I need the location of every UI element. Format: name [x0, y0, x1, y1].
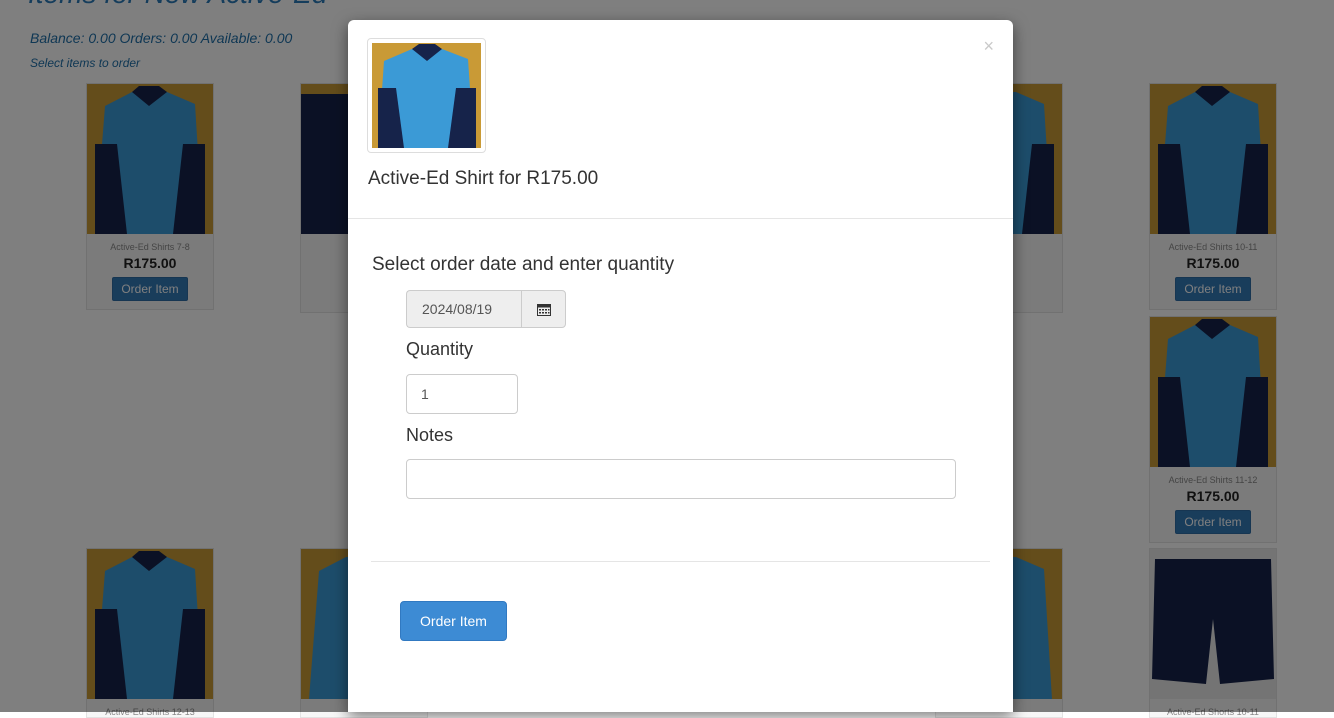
calendar-icon[interactable] — [521, 290, 566, 328]
order-item-button[interactable]: Order Item — [400, 601, 507, 641]
order-instructions: Select order date and enter quantity — [372, 254, 675, 275]
order-date-picker — [406, 290, 566, 328]
notes-input[interactable] — [406, 459, 956, 499]
quantity-input[interactable] — [406, 374, 518, 414]
modal-header: × Active-Ed Shirt for R175.00 — [348, 20, 1013, 219]
product-image-shirt — [372, 43, 481, 148]
quantity-label: Quantity — [406, 339, 474, 359]
notes-label: Notes — [406, 425, 454, 445]
modal-product-thumbnail — [367, 38, 486, 153]
modal-divider — [371, 561, 990, 562]
order-date-input[interactable] — [406, 290, 521, 328]
close-icon[interactable]: × — [983, 37, 994, 55]
modal-title: Active-Ed Shirt for R175.00 — [368, 168, 599, 189]
order-item-modal: × Active-Ed Shirt for R175.00 Select ord… — [348, 20, 1013, 712]
